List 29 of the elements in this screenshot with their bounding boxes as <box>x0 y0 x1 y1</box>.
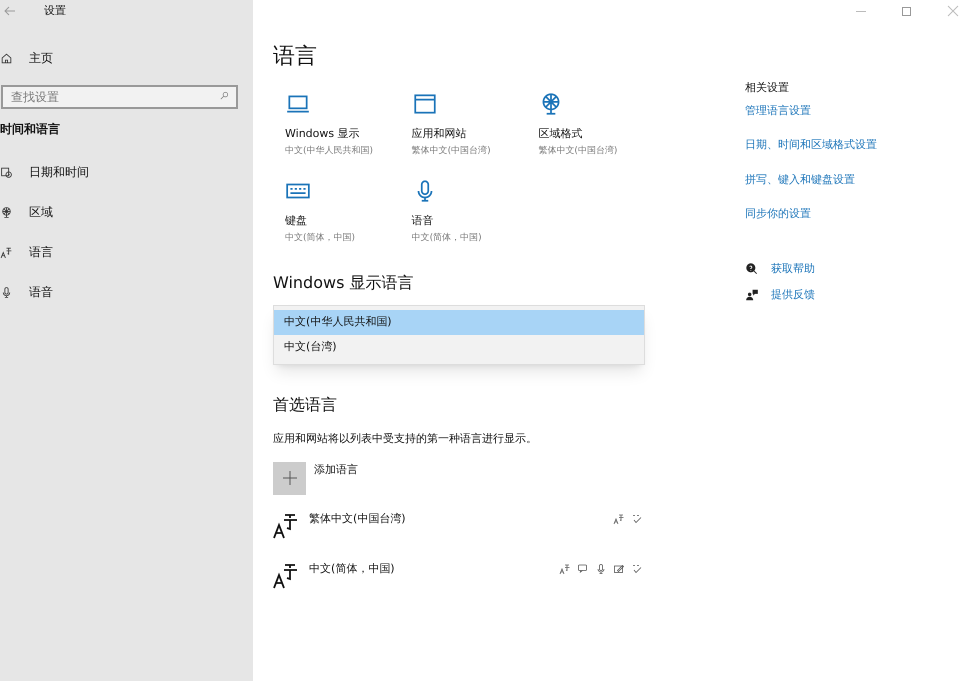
related-link[interactable]: 同步你的设置 <box>745 206 877 222</box>
related-link[interactable]: 管理语言设置 <box>745 102 877 119</box>
help-link[interactable]: 获取帮助 <box>771 260 815 277</box>
help-link[interactable]: 提供反馈 <box>771 287 815 304</box>
dropdown-option[interactable]: 中文(台湾) <box>274 335 644 360</box>
window-title: 设置 <box>44 2 66 19</box>
settings-tile[interactable]: Windows 显示 中文(中华人民共和国) <box>273 91 400 166</box>
description: 应用和网站将以列表中受支持的第一种语言进行显示。 <box>273 431 538 447</box>
section-heading: Windows 显示语言 <box>273 272 415 294</box>
settings-tile[interactable]: 语音 中文(简体，中国) <box>400 178 526 253</box>
section-title: 时间和语言 <box>0 121 61 138</box>
section-heading: 首选语言 <box>273 394 338 416</box>
nav-item[interactable]: 语音 <box>0 280 253 304</box>
language-row[interactable]: 繁体中文(中国台湾) <box>273 510 643 544</box>
nav-item[interactable]: 日期和时间 <box>0 160 253 184</box>
add-language-label: 添加语言 <box>314 462 358 478</box>
related-link[interactable]: 拼写、键入和键盘设置 <box>745 172 877 188</box>
page-title: 语言 <box>273 43 318 71</box>
related-link[interactable]: 日期、时间和区域格式设置 <box>745 137 877 154</box>
settings-tile[interactable]: 键盘 中文(简体，中国) <box>273 178 400 253</box>
dropdown-option[interactable]: 中文(中华人民共和国) <box>274 310 644 335</box>
home-nav-item[interactable]: 主页 <box>0 46 253 70</box>
nav-item[interactable]: 语言 <box>0 240 253 264</box>
settings-tile[interactable]: 应用和网站 繁体中文(中国台湾) <box>400 91 526 166</box>
nav-item[interactable]: 区域 <box>0 200 253 224</box>
related-settings-heading: 相关设置 <box>745 80 790 96</box>
search-field[interactable]: 查找设置 <box>1 85 238 109</box>
settings-tile[interactable]: 区域格式 繁体中文(中国台湾) <box>526 91 653 166</box>
language-row[interactable]: 中文(简体，中国) <box>273 560 643 594</box>
